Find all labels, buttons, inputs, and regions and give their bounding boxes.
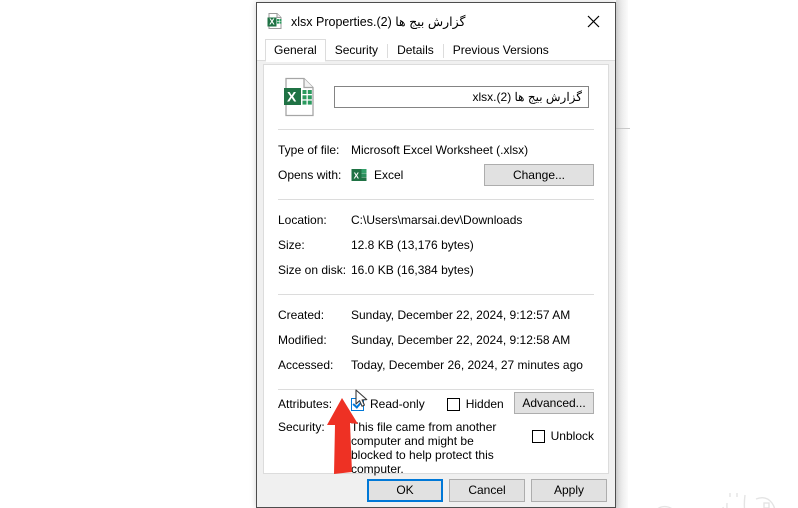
- background-line: [616, 128, 630, 129]
- opens-with-label: Opens with:: [278, 167, 342, 182]
- security-message: This file came from another computer and…: [351, 420, 497, 476]
- excel-icon: X: [351, 167, 367, 183]
- svg-text:X: X: [269, 18, 275, 27]
- security-row: Security: This file came from another co…: [278, 420, 594, 476]
- readonly-label: Read-only: [370, 397, 425, 411]
- accessed-row: Accessed: Today, December 26, 2024, 27 m…: [264, 352, 608, 377]
- created-value: Sunday, December 22, 2024, 9:12:57 AM: [351, 307, 571, 322]
- location-row: Location: C:\Users\marsai.dev\Downloads: [264, 207, 608, 232]
- created-label: Created:: [278, 307, 325, 322]
- file-name-input[interactable]: [334, 86, 589, 108]
- attributes-label: Attributes:: [278, 397, 333, 411]
- screen: X گزارش بیج ها (2).xlsx Properties Gener…: [0, 0, 798, 508]
- size-value: 12.8 KB (13,176 bytes): [351, 237, 474, 252]
- excel-file-icon: X: [267, 13, 283, 29]
- cancel-button[interactable]: Cancel: [449, 478, 525, 502]
- dialog-footer: OK Cancel Apply: [257, 473, 615, 507]
- checkbox-box: [531, 429, 545, 443]
- readonly-checkbox[interactable]: Read-only: [351, 397, 425, 411]
- unblock-checkbox[interactable]: Unblock: [531, 429, 594, 443]
- modified-label: Modified:: [278, 332, 327, 347]
- modified-row: Modified: Sunday, December 22, 2024, 9:1…: [264, 327, 608, 352]
- tab-details[interactable]: Details: [388, 39, 443, 61]
- opens-with-row: Opens with: X Excel Change...: [264, 162, 608, 187]
- type-of-file-value: Microsoft Excel Worksheet (.xlsx): [351, 142, 529, 157]
- security-label: Security:: [278, 420, 325, 434]
- divider: [278, 129, 594, 130]
- apply-button[interactable]: Apply: [531, 478, 607, 502]
- svg-text:X: X: [287, 89, 297, 105]
- tab-previous-versions[interactable]: Previous Versions: [444, 39, 558, 61]
- type-of-file-label: Type of file:: [278, 142, 340, 157]
- window-title: گزارش بیج ها (2).xlsx Properties: [291, 14, 466, 29]
- close-icon[interactable]: [571, 3, 615, 39]
- general-tab-panel: X Type of file: Microsoft Excel Workshee…: [263, 64, 776, 508]
- advanced-button[interactable]: Advanced...: [514, 392, 594, 414]
- divider: [278, 199, 594, 200]
- excel-document-icon: X: [282, 77, 316, 117]
- divider: [278, 294, 594, 295]
- attributes-row: Attributes: Read-only Hidden Advanced...: [278, 392, 594, 414]
- tab-strip: General Security Details Previous Versio…: [257, 39, 615, 62]
- hidden-checkbox[interactable]: Hidden: [446, 397, 504, 411]
- accessed-label: Accessed:: [278, 357, 334, 372]
- title-bar: X گزارش بیج ها (2).xlsx Properties: [257, 3, 615, 39]
- tab-security[interactable]: Security: [326, 39, 387, 61]
- opens-with-app-name: Excel: [374, 167, 404, 182]
- hidden-label: Hidden: [465, 397, 504, 411]
- created-row: Created: Sunday, December 22, 2024, 9:12…: [264, 302, 608, 327]
- modified-value: Sunday, December 22, 2024, 9:12:58 AM: [351, 332, 571, 347]
- size-on-disk-value: 16.0 KB (16,384 bytes): [351, 262, 474, 277]
- window-shadow: [616, 0, 628, 508]
- unblock-label: Unblock: [550, 429, 594, 443]
- svg-text:X: X: [354, 171, 360, 180]
- type-of-file-row: Type of file: Microsoft Excel Worksheet …: [264, 137, 608, 162]
- accessed-value: Today, December 26, 2024, 27 minutes ago: [351, 357, 583, 372]
- file-name-row: X: [264, 65, 608, 117]
- checkbox-box: [446, 397, 460, 411]
- file-properties-dialog: X گزارش بیج ها (2).xlsx Properties Gener…: [256, 2, 776, 508]
- change-button[interactable]: Change...: [484, 163, 594, 186]
- size-label: Size:: [278, 237, 305, 252]
- checkbox-box: [351, 397, 364, 411]
- location-value: C:\Users\marsai.dev\Downloads: [351, 212, 523, 227]
- size-on-disk-row: Size on disk: 16.0 KB (16,384 bytes): [264, 257, 608, 282]
- size-row: Size: 12.8 KB (13,176 bytes): [264, 232, 608, 257]
- tab-general[interactable]: General: [265, 39, 326, 62]
- location-label: Location:: [278, 212, 327, 227]
- attributes-block: Attributes: Read-only Hidden Advanced...…: [264, 390, 608, 476]
- ok-button[interactable]: OK: [367, 478, 443, 502]
- size-on-disk-label: Size on disk:: [278, 262, 347, 277]
